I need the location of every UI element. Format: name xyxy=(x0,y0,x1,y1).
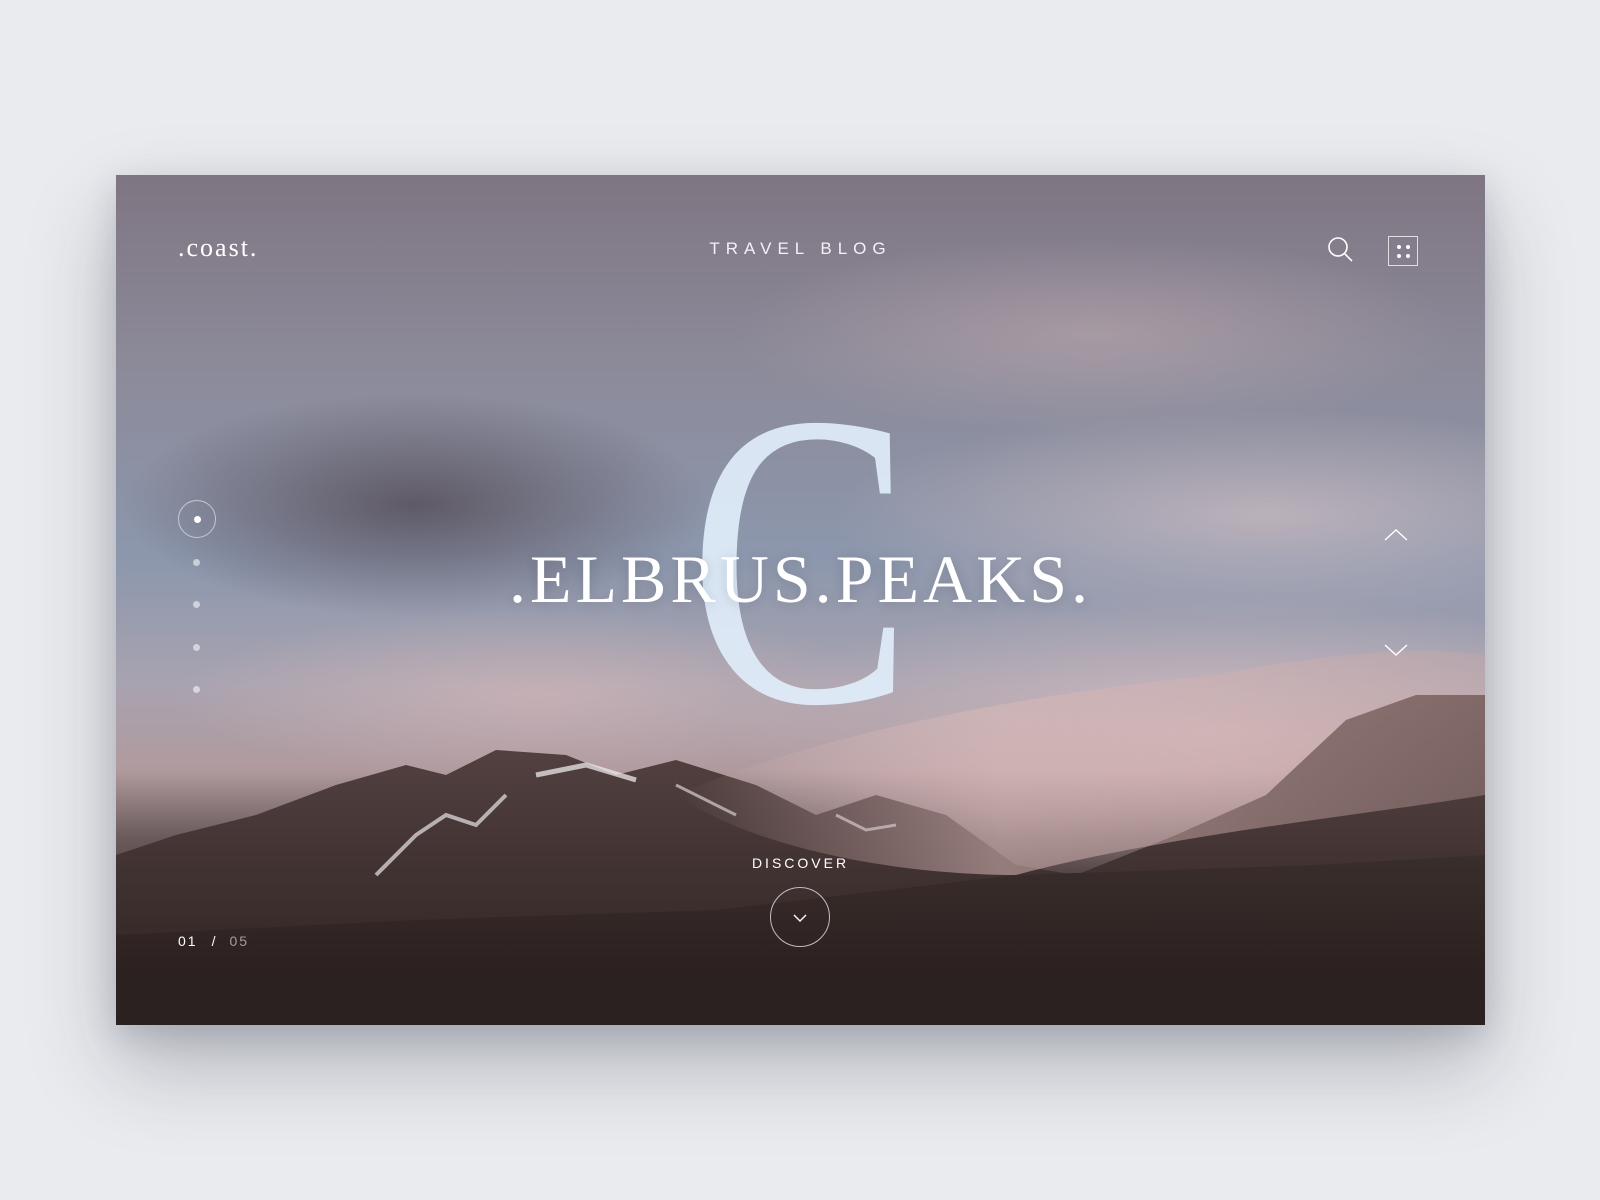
search-icon xyxy=(1328,237,1353,262)
next-slide-button[interactable] xyxy=(1381,640,1411,660)
grid-menu-icon xyxy=(1397,245,1401,249)
slide-dot-4[interactable] xyxy=(193,644,200,651)
site-title: TRAVEL BLOG xyxy=(709,239,892,258)
grid-menu-icon xyxy=(1406,245,1410,249)
prev-slide-button[interactable] xyxy=(1381,525,1411,545)
grid-menu-icon xyxy=(1406,254,1410,258)
header: .coast. TRAVEL BLOG xyxy=(116,175,1485,335)
discover-label: DISCOVER xyxy=(751,855,850,871)
chevron-down-icon xyxy=(793,914,807,922)
discover-button[interactable] xyxy=(770,887,830,947)
search-button[interactable] xyxy=(1326,235,1356,265)
chevron-down-icon xyxy=(1384,644,1408,656)
slide-counter: 01 / 05 xyxy=(178,933,249,949)
hero-headline: .ELBRUS.PEAKS. xyxy=(508,541,1093,617)
chevron-up-icon xyxy=(1384,529,1408,541)
total-slides: 05 xyxy=(229,933,250,949)
grid-menu-icon xyxy=(1397,254,1401,258)
hero-slide: .coast. TRAVEL BLOG C .ELBRUS.PEAKS. DIS… xyxy=(116,175,1485,1025)
menu-button[interactable] xyxy=(1388,236,1418,266)
counter-separator: / xyxy=(211,933,218,949)
slide-dot-5[interactable] xyxy=(193,686,200,693)
current-slide: 01 xyxy=(178,933,198,949)
slide-dot-1[interactable] xyxy=(178,500,216,538)
